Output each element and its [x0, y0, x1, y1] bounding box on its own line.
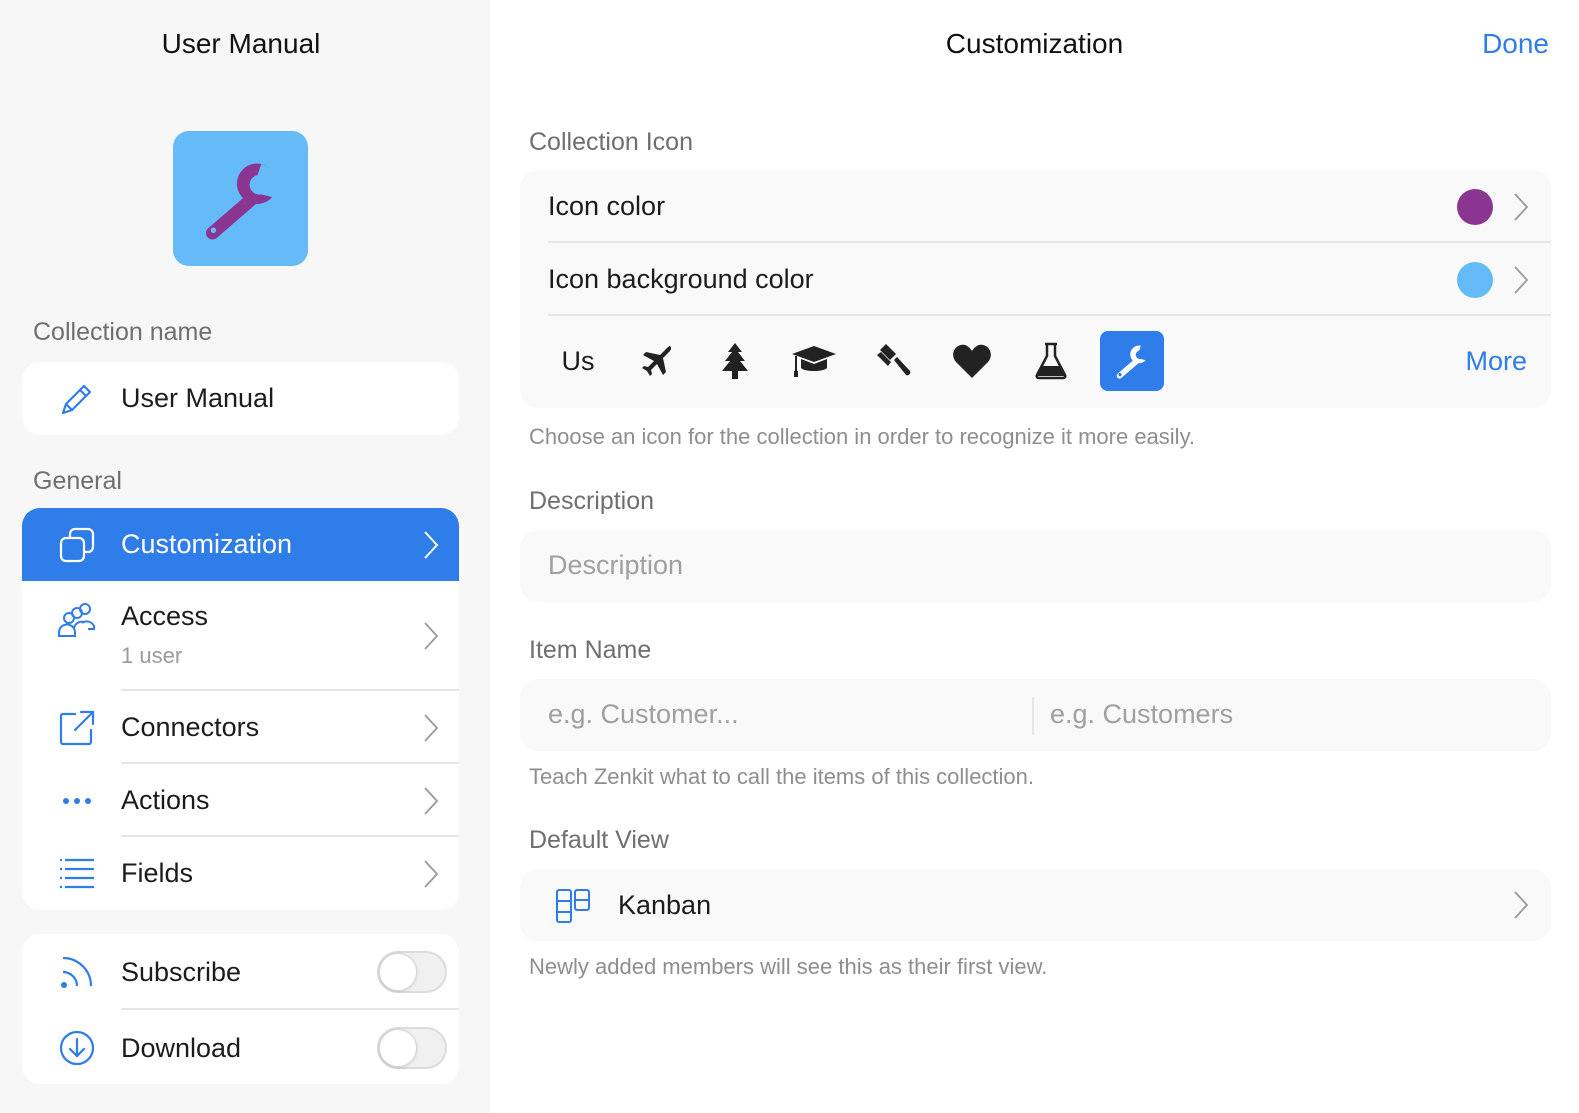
- sidebar-item-label: Access: [121, 601, 209, 631]
- description-input[interactable]: Description: [520, 530, 1551, 602]
- sidebar-item-customization[interactable]: Customization: [22, 508, 459, 581]
- sidebar-item-label: Customization: [121, 529, 293, 559]
- collection-icon-label: Collection Icon: [529, 128, 693, 156]
- icon-choice-initials[interactable]: Us: [546, 331, 610, 391]
- sidebar-title: User Manual: [161, 28, 321, 59]
- toggle-knob: [379, 953, 417, 991]
- download-circle-icon: [58, 1029, 96, 1067]
- collection-icon-preview: [173, 131, 308, 266]
- kanban-icon: [555, 888, 591, 929]
- chevron-right-icon: [1514, 265, 1529, 294]
- page-title: Customization: [945, 28, 1124, 59]
- icon-choice-graduation-cap[interactable]: [782, 331, 846, 391]
- wrench-icon: [1116, 345, 1146, 379]
- sidebar-item-label: Connectors: [121, 712, 260, 742]
- list-icon: [58, 855, 96, 893]
- chevron-right-icon: [1514, 891, 1529, 919]
- users-icon: [58, 601, 96, 639]
- icon-choice-tree[interactable]: [703, 331, 767, 391]
- description-label: Description: [529, 487, 655, 515]
- flask-icon: [1035, 342, 1067, 380]
- icon-background-color-label: Icon background color: [548, 264, 814, 294]
- icon-color-row[interactable]: Icon color: [520, 170, 1551, 243]
- sidebar-item-access[interactable]: Access 1 user: [22, 581, 459, 691]
- access-user-count: 1 user: [121, 643, 183, 668]
- sidebar-item-connectors[interactable]: Connectors: [22, 691, 459, 764]
- download-label: Download: [121, 1032, 242, 1063]
- graduation-cap-icon: [792, 346, 836, 377]
- icon-choice-airplane[interactable]: [624, 331, 688, 391]
- collection-name-field[interactable]: User Manual: [22, 362, 459, 435]
- icon-choice-flask[interactable]: [1019, 331, 1083, 391]
- default-view-label: Default View: [529, 826, 669, 854]
- done-button[interactable]: Done: [1482, 28, 1549, 60]
- subscribe-toggle[interactable]: [377, 951, 447, 993]
- icon-color-swatch: [1457, 188, 1493, 225]
- gavel-icon: [877, 344, 911, 376]
- icon-color-label: Icon color: [548, 191, 666, 221]
- default-view-row[interactable]: Kanban: [520, 869, 1551, 941]
- collection-name-value[interactable]: User Manual: [121, 383, 274, 414]
- item-name-card: e.g. Customer... e.g. Customers: [520, 679, 1551, 751]
- collection-name-card[interactable]: User Manual: [22, 362, 459, 435]
- chevron-right-icon: [1514, 192, 1529, 221]
- icon-choice-gavel[interactable]: [861, 331, 925, 391]
- rss-icon: [58, 953, 96, 991]
- item-name-plural-input[interactable]: e.g. Customers: [1050, 699, 1233, 730]
- item-name-singular-input[interactable]: e.g. Customer...: [548, 699, 739, 730]
- field-divider: [1032, 697, 1034, 735]
- sidebar-item-label: Fields: [121, 858, 194, 888]
- toggle-knob: [379, 1029, 417, 1067]
- subscribe-label: Subscribe: [121, 956, 242, 987]
- external-link-icon: [58, 709, 96, 747]
- wrench-icon: [205, 162, 272, 240]
- icon-hint: Choose an icon for the collection in ord…: [529, 424, 1196, 449]
- download-row: Download: [22, 1010, 459, 1084]
- collection-icon-card: Icon color Icon background color Us More: [520, 170, 1551, 408]
- customization-panel: Customization Done Collection Icon Icon …: [490, 0, 1579, 1113]
- more-icons-button[interactable]: More: [1465, 346, 1527, 377]
- overlapping-squares-icon: [58, 526, 96, 564]
- airplane-icon: [642, 346, 672, 376]
- description-placeholder: Description: [548, 550, 684, 580]
- collection-name-label: Collection name: [33, 318, 213, 346]
- chevron-right-icon: [424, 786, 439, 815]
- ellipsis-icon: [58, 782, 96, 820]
- chevron-right-icon: [424, 622, 439, 650]
- chevron-right-icon: [424, 713, 439, 742]
- download-toggle[interactable]: [377, 1027, 447, 1069]
- tree-icon: [722, 343, 748, 379]
- subscribe-row: Subscribe: [22, 934, 459, 1010]
- icon-choice-wrench[interactable]: [1100, 331, 1164, 391]
- chevron-right-icon: [424, 859, 439, 888]
- chevron-right-icon: [424, 530, 439, 559]
- sidebar-item-actions[interactable]: Actions: [22, 764, 459, 837]
- default-view-value: Kanban: [618, 889, 712, 920]
- icon-choice-heart[interactable]: [940, 331, 1004, 391]
- sidebar: User Manual Collection name User Manual …: [0, 0, 490, 1113]
- sidebar-item-fields[interactable]: Fields: [22, 837, 459, 910]
- sidebar-item-label: Actions: [121, 785, 210, 815]
- toggles-card: Subscribe Download: [22, 934, 459, 1084]
- general-menu: Customization Access 1 user Connectors A…: [22, 508, 459, 910]
- item-name-label: Item Name: [529, 636, 652, 664]
- icon-background-color-row[interactable]: Icon background color: [520, 243, 1551, 316]
- general-label: General: [33, 467, 122, 495]
- icon-picker: Us More: [520, 316, 1551, 406]
- default-view-hint: Newly added members will see this as the…: [529, 954, 1048, 979]
- icon-background-color-swatch: [1457, 261, 1493, 298]
- item-name-hint: Teach Zenkit what to call the items of t…: [529, 764, 1035, 789]
- heart-icon: [953, 344, 991, 378]
- default-view-select[interactable]: Kanban: [520, 869, 1551, 941]
- pencil-icon: [58, 380, 96, 418]
